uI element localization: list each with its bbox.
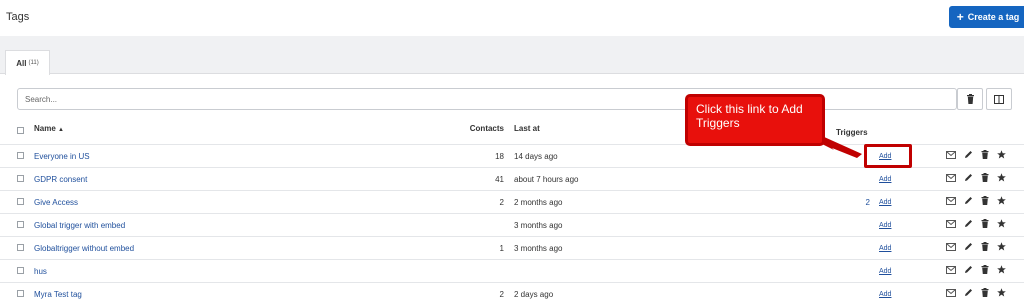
add-link-highlight — [864, 144, 912, 168]
annotation-callout: Click this link to Add Triggers — [685, 94, 825, 146]
